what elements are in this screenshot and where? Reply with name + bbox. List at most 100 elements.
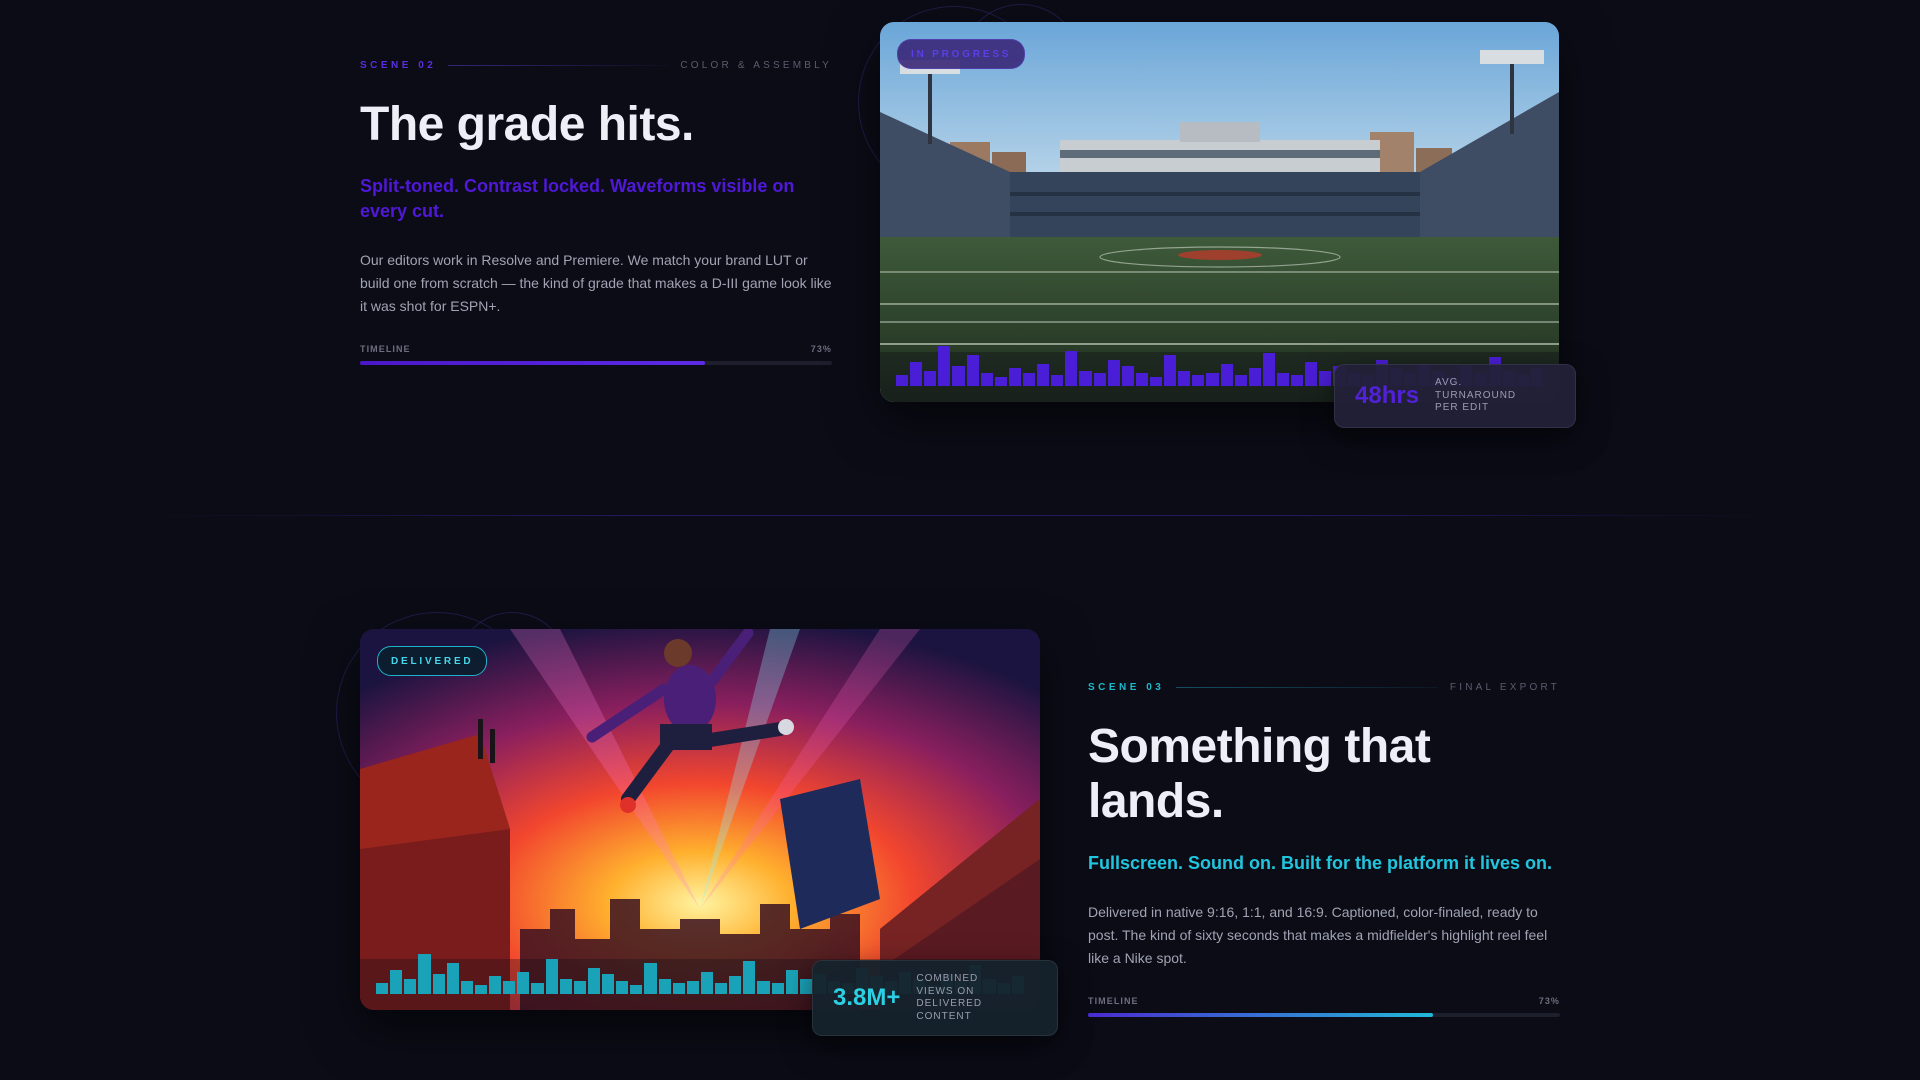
waveform-bar (1206, 372, 1219, 386)
waveform-bar (924, 370, 937, 386)
waveform-bar (743, 961, 756, 994)
waveform-bar (376, 983, 389, 994)
scene-03-timeline-header: TIMELINE 73% (1088, 996, 1560, 1006)
waveform-bar (418, 954, 431, 994)
delivered-badge: DELIVERED (377, 646, 488, 676)
scene-02-timeline-track (360, 361, 832, 365)
waveform-bar (644, 963, 657, 994)
waveform-bar (460, 980, 473, 994)
waveform-bar (1051, 375, 1064, 386)
scene-03-timeline-value: 73% (1538, 996, 1560, 1006)
views-stat-value: 3.8M+ (833, 984, 901, 1011)
waveform-bar (616, 980, 629, 994)
waveform-bar (517, 972, 530, 994)
waveform-bar (729, 976, 742, 994)
waveform-bar (771, 983, 784, 994)
scene-02-timeline-label: TIMELINE (360, 344, 411, 354)
waveform-bar (1065, 350, 1078, 386)
scene-02-header-rule (448, 65, 669, 66)
waveform-bar (1178, 370, 1191, 386)
scene-03-label: SCENE 03 (1088, 682, 1165, 693)
waveform-bar (1037, 364, 1050, 386)
waveform-bar (404, 978, 417, 994)
waveform-bar (715, 983, 728, 994)
waveform-bar (1319, 370, 1332, 386)
waveform-bar (446, 963, 459, 994)
scene-02-kicker: COLOR & ASSEMBLY (680, 60, 832, 71)
waveform-bar (994, 377, 1007, 386)
waveform-bar (1262, 353, 1275, 386)
scene-02-label: SCENE 02 (360, 60, 437, 71)
waveform-bar (952, 366, 965, 386)
waveform-bar (966, 355, 979, 386)
scene-02-body: Our editors work in Resolve and Premiere… (360, 252, 832, 314)
waveform-bar (559, 978, 572, 994)
scene-03-section: SCENE 03 FINAL EXPORT Something that lan… (1088, 682, 1560, 1017)
scene-03-timeline-label: TIMELINE (1088, 996, 1139, 1006)
waveform-bar (1022, 372, 1036, 386)
scene-02-subhead: Split-toned. Contrast locked. Waveforms … (360, 176, 795, 221)
waveform-bar (799, 978, 812, 994)
waveform-bar (1234, 375, 1247, 386)
waveform-bar (474, 985, 487, 994)
waveform-bar (545, 958, 558, 994)
waveform-bar (1107, 359, 1120, 386)
waveform-bar (785, 969, 798, 994)
waveform-bar (700, 972, 713, 994)
waveform-bar (1135, 372, 1148, 386)
views-stat-card: 3.8M+ COMBINED VIEWS ON DELIVERED CONTEN… (812, 960, 1058, 1036)
stadium-image-card: IN PROGRESS (880, 22, 1559, 402)
scene-03-body: Delivered in native 9:16, 1:1, and 16:9.… (1088, 904, 1548, 966)
waveform-bar (1192, 375, 1205, 386)
turnaround-stat-label: AVG. TURNAROUND PER EDIT (1435, 377, 1517, 414)
waveform-bar (489, 976, 502, 994)
waveform-bar (531, 983, 544, 994)
waveform-bar (1291, 375, 1304, 386)
page: SCENE 02 COLOR & ASSEMBLY The grade hits… (0, 0, 1920, 1080)
scene-02-header: SCENE 02 COLOR & ASSEMBLY (360, 60, 832, 71)
waveform-bar (757, 980, 770, 994)
scene-03-header: SCENE 03 FINAL EXPORT (1088, 682, 1560, 693)
waveform-bar (390, 969, 403, 994)
views-stat-label: COMBINED VIEWS ON DELIVERED CONTENT (916, 973, 983, 1022)
waveform-bar (503, 980, 516, 994)
waveform-bar (980, 372, 993, 386)
turnaround-stat-value: 48hrs (1355, 382, 1420, 409)
scene-03-subhead: Fullscreen. Sound on. Built for the plat… (1088, 853, 1553, 873)
scene-02-timeline-value: 73% (810, 344, 832, 354)
waveform-bar (1276, 372, 1290, 386)
scene-03-timeline-fill (1088, 1013, 1433, 1017)
waveform-bar (1121, 366, 1134, 386)
waveform-bar (672, 983, 685, 994)
waveform-bar (896, 375, 909, 386)
turnaround-stat-card: 48hrs AVG. TURNAROUND PER EDIT (1334, 364, 1576, 428)
waveform-bar (1305, 361, 1318, 386)
scene-03-timeline-track (1088, 1013, 1560, 1017)
scene-03-kicker: FINAL EXPORT (1449, 682, 1560, 693)
waveform-bar (1008, 368, 1021, 386)
waveform-bar (432, 974, 445, 994)
in-progress-badge: IN PROGRESS (897, 39, 1026, 69)
scene-02-timeline-header: TIMELINE 73% (360, 344, 832, 354)
waveform-bar (658, 978, 671, 994)
scene-02-section: SCENE 02 COLOR & ASSEMBLY The grade hits… (360, 60, 832, 365)
rooftop-jump-image-card: DELIVERED (360, 629, 1040, 1010)
waveform-bar (573, 980, 586, 994)
waveform-bar (1220, 364, 1233, 386)
scene-02-headline: The grade hits. (360, 98, 694, 151)
waveform-bar (1079, 370, 1092, 386)
waveform-bar (602, 974, 615, 994)
scene-02-timeline-fill (360, 361, 705, 365)
waveform-bar (587, 967, 600, 994)
waveform-bar (1164, 355, 1177, 386)
scene-03-header-rule (1176, 687, 1438, 688)
waveform-bar (1093, 372, 1106, 386)
waveform-bar (1248, 368, 1261, 386)
waveform-bar (686, 980, 699, 994)
waveform-bar (910, 361, 923, 386)
section-divider (130, 515, 1790, 516)
scene-03-headline: Something that lands. (1088, 720, 1431, 828)
waveform-bar (1149, 377, 1163, 386)
waveform-bar (630, 985, 643, 994)
waveform-bar (938, 346, 951, 386)
